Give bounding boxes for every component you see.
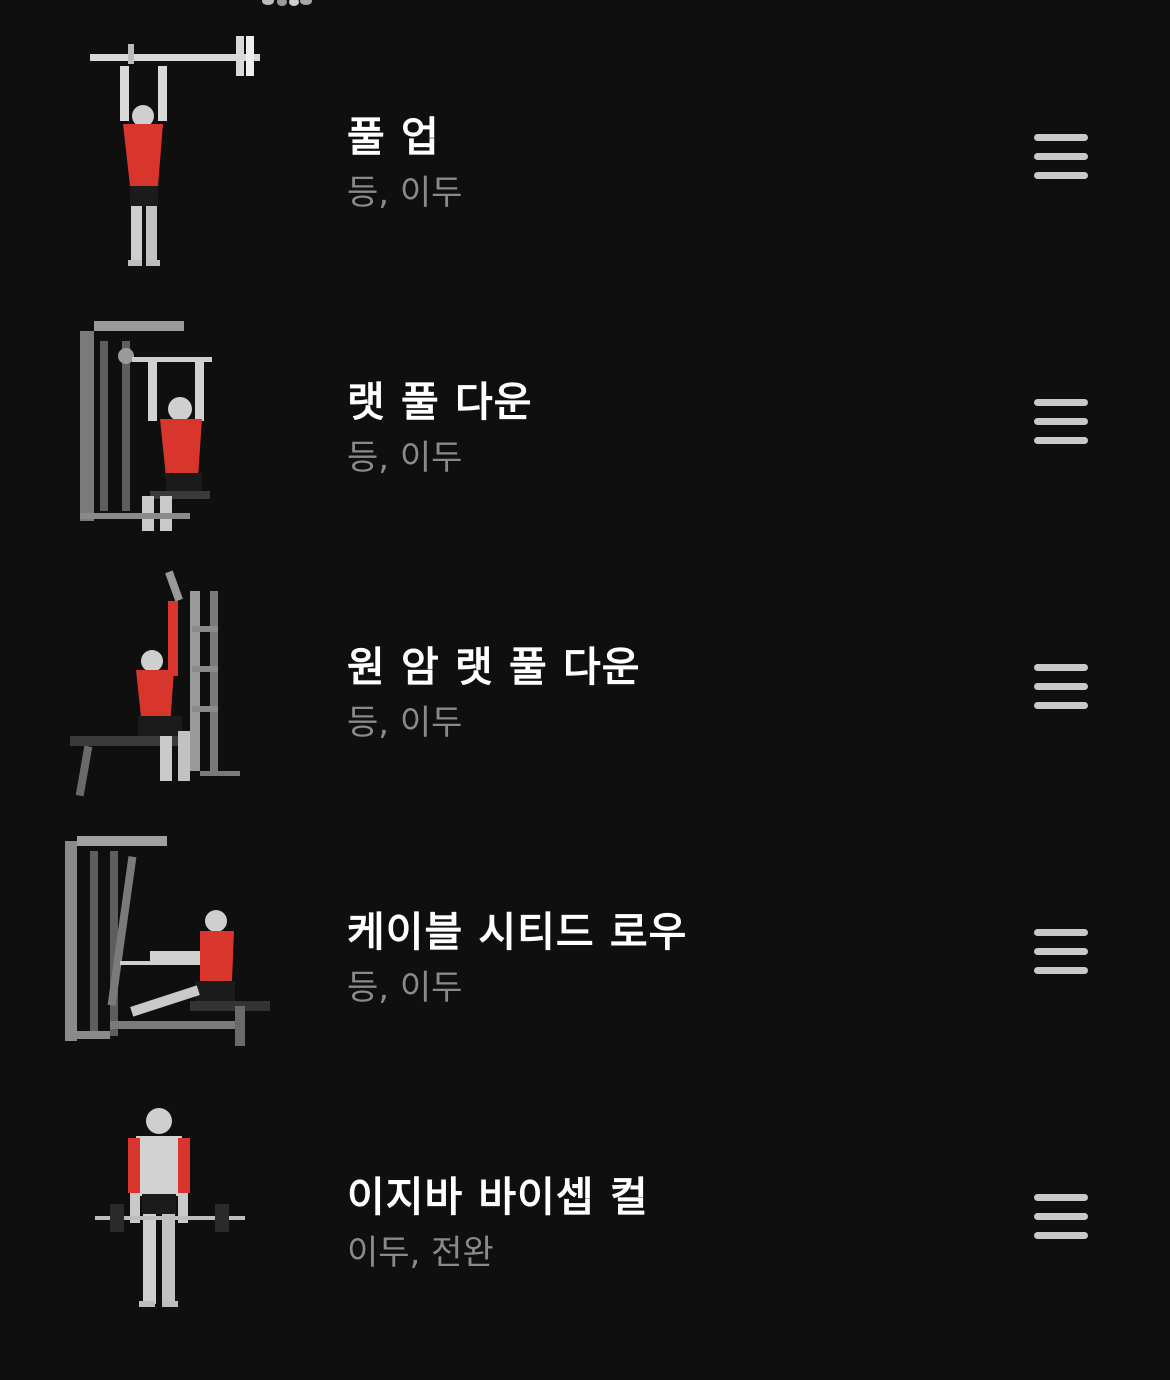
drag-handle-icon[interactable] bbox=[1032, 1192, 1090, 1242]
exercise-item[interactable]: 풀 업 등, 이두 bbox=[0, 18, 1170, 283]
previous-item-illustration-fragment bbox=[262, 0, 312, 6]
drag-handle-icon[interactable] bbox=[1032, 132, 1090, 182]
one-arm-lat-pulldown-illustration bbox=[50, 566, 290, 806]
exercise-muscles: 이두, 전완 bbox=[347, 1233, 494, 1273]
pull-up-illustration bbox=[50, 36, 290, 276]
drag-handle-icon[interactable] bbox=[1032, 662, 1090, 712]
exercise-name: 이지바 바이셉 컬 bbox=[347, 1173, 649, 1221]
ez-bar-bicep-curl-illustration bbox=[50, 1096, 290, 1336]
drag-handle-icon[interactable] bbox=[1032, 927, 1090, 977]
exercise-muscles: 등, 이두 bbox=[347, 968, 463, 1008]
exercise-item[interactable]: 케이블 시티드 로우 등, 이두 bbox=[0, 813, 1170, 1078]
exercise-muscles: 등, 이두 bbox=[347, 438, 463, 478]
drag-handle-icon[interactable] bbox=[1032, 397, 1090, 447]
exercise-item[interactable]: 원 암 랫 풀 다운 등, 이두 bbox=[0, 548, 1170, 813]
exercise-muscles: 등, 이두 bbox=[347, 173, 463, 213]
exercise-item[interactable]: 이지바 바이셉 컬 이두, 전완 bbox=[0, 1078, 1170, 1343]
cable-seated-row-illustration bbox=[50, 831, 290, 1071]
exercise-muscles: 등, 이두 bbox=[347, 703, 463, 743]
exercise-item[interactable]: 랫 풀 다운 등, 이두 bbox=[0, 283, 1170, 548]
exercise-name: 랫 풀 다운 bbox=[347, 378, 533, 426]
lat-pulldown-illustration bbox=[50, 301, 290, 541]
exercise-name: 케이블 시티드 로우 bbox=[347, 908, 688, 956]
exercise-list: 풀 업 등, 이두 랫 풀 다운 등, 이두 원 암 랫 풀 다운 등, 이두 … bbox=[0, 18, 1170, 1343]
exercise-name: 풀 업 bbox=[347, 113, 440, 161]
exercise-name: 원 암 랫 풀 다운 bbox=[347, 643, 641, 691]
